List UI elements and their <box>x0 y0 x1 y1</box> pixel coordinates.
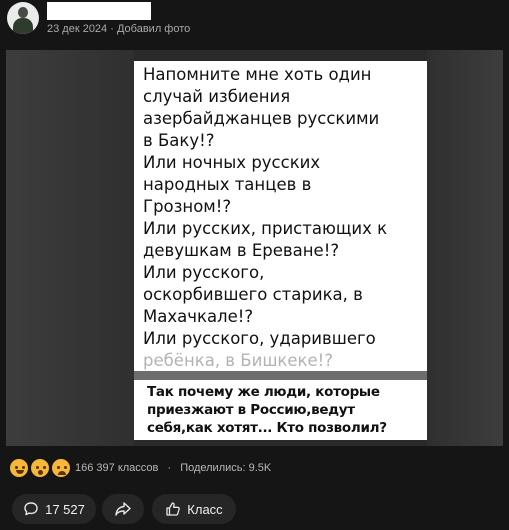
photo-text-line: народных танцев в <box>143 175 312 194</box>
classes-count[interactable]: 166 397 классов <box>75 462 158 474</box>
post-header: 23 дек 2024 · Добавил фото <box>0 0 509 48</box>
avatar-head <box>18 7 28 18</box>
shares-count[interactable]: Поделились: 9.5K <box>180 462 271 474</box>
photo-text-line: Грозном!? <box>143 197 232 216</box>
photo-text-line: Или русского, ударившего <box>143 329 376 348</box>
share-button[interactable] <box>102 494 144 524</box>
photo-text-line: девушкам в Ереване!? <box>143 241 340 260</box>
avatar-body <box>13 18 33 34</box>
photo-top-bar <box>134 50 427 61</box>
post-actions: 17 527 Класс <box>6 494 503 526</box>
photo-text-line: Махачкале!? <box>143 307 254 326</box>
post-date: 23 дек 2024 <box>47 23 108 35</box>
share-arrow-icon <box>115 502 131 516</box>
comments-count: 17 527 <box>45 501 85 517</box>
photo-text-line-faded: ребёнка, в Бишкеке!? <box>143 351 334 370</box>
photo-bottom-bar <box>134 440 427 446</box>
post-photo[interactable]: Напомните мне хоть один случай избиения … <box>134 50 427 446</box>
like-button[interactable]: Класс <box>152 494 236 524</box>
photo-text-line: Или русских, пристающих к <box>143 219 388 238</box>
like-label: Класс <box>187 501 223 517</box>
comment-bubble-icon <box>24 502 38 516</box>
photo-bold-line: Так почему же люди, которые <box>147 384 380 400</box>
comments-button[interactable]: 17 527 <box>12 494 96 524</box>
photo-text-line: оскорбившего старика, в <box>143 285 363 304</box>
meta-separator: · <box>110 23 114 35</box>
post-meta: 23 дек 2024 · Добавил фото <box>47 23 190 35</box>
photo-blur-left <box>6 50 134 446</box>
post-photo-frame[interactable]: Напомните мне хоть один случай избиения … <box>6 50 503 446</box>
photo-bold-line: приезжают в Россию,ведут <box>147 402 355 418</box>
photo-bold-text: Так почему же люди, которые приезжают в … <box>147 383 423 437</box>
photo-text-line: Напомните мне хоть один <box>143 65 372 84</box>
photo-bold-line: себя,как хотят... Кто позволил? <box>147 420 387 436</box>
laugh-emoji-icon <box>8 457 30 479</box>
photo-blur-right <box>427 50 503 446</box>
photo-text-line: Или ночных русских <box>143 153 321 172</box>
author-name-redacted[interactable] <box>47 2 151 20</box>
photo-text-line: азербайджанцев русскими <box>143 109 380 128</box>
post-stats: 166 397 классов · Поделились: 9.5K <box>75 462 271 474</box>
stats-separator: · <box>167 462 172 474</box>
thumbs-up-icon <box>166 502 181 516</box>
photo-text-line: Или русского, <box>143 263 265 282</box>
sad-emoji-icon <box>50 457 72 479</box>
photo-main-text: Напомните мне хоть один случай избиения … <box>143 64 423 372</box>
photo-text-line: в Баку!? <box>143 131 215 150</box>
photo-text-line: случай избиения <box>143 87 291 106</box>
photo-divider <box>134 371 427 380</box>
post-action: Добавил фото <box>116 23 191 35</box>
author-avatar[interactable] <box>7 2 39 34</box>
wow-emoji-icon <box>29 457 51 479</box>
